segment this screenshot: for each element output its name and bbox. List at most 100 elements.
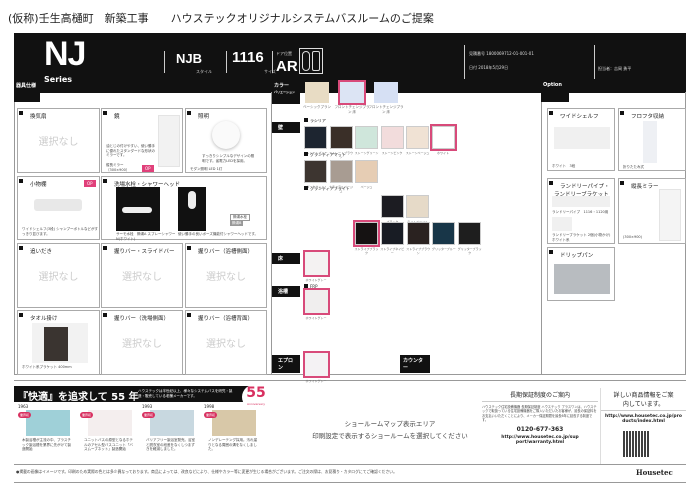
badge-number: 55	[246, 385, 266, 401]
shower-head-image	[178, 187, 206, 231]
none-text: 選択なし	[38, 271, 79, 283]
plan-thumbnail[interactable]	[338, 80, 366, 105]
option-spec: ホワイト 3段	[552, 164, 576, 168]
fixture-title: 小物棚	[24, 180, 47, 188]
tub-color-swatch[interactable]	[303, 288, 330, 315]
history-item: 1998 業界初ノンデレーテング採用。汚れ溜りとなる周囲の溝をなくしました。	[202, 404, 262, 458]
option-laundry-pipe: ランドリーパイプ・ランドリーブラケット ランドリーパイプ 1116・1120用 ラン…	[547, 178, 615, 244]
housetec-logo: Housetec	[636, 468, 673, 477]
swatch-label: ストーンベージュ	[405, 151, 430, 155]
option-spec: ランドリーブラケット 2個(小物かけ)ホワイト系	[552, 233, 611, 242]
history-image	[26, 410, 70, 436]
history-year: 1998	[204, 404, 215, 409]
option-spec: ランドリーパイプ 1116・1120用	[552, 210, 609, 214]
color-swatch[interactable]	[429, 124, 457, 151]
fixture-fan: 換気扇 選択なし	[17, 108, 100, 173]
color-swatch[interactable]	[304, 126, 327, 149]
history-text: ユニットバスの原型となるホテルのアセル型バスユニット「バスムーブネット」製造開始	[84, 438, 133, 452]
plan-thumbnail[interactable]	[305, 82, 329, 103]
fixture-mirror: 鏡油とじの付けやすい、使い勝手に優れたスタンダードな形状のミラーです。 縦長ミラー…	[101, 108, 183, 173]
floorplan-icon	[299, 48, 323, 74]
industry-first-tag: 業界初	[18, 412, 32, 418]
banner-sub: ハウステックは半世紀以上、様々なシステムバスを研究・製造・販売している老舗メーカ…	[138, 389, 233, 398]
apron-color-swatch[interactable]	[303, 351, 330, 378]
fixture-desc: すっきりシンプルなデザインの照明です。省電力LEDを採用。	[202, 154, 255, 163]
mirror-image	[158, 115, 180, 167]
color-swatch[interactable]	[406, 126, 429, 149]
color-swatch[interactable]	[355, 160, 378, 183]
size-label: サイズ	[264, 69, 276, 74]
fixture-title: タオル掛け	[24, 314, 58, 322]
counter-label: カウンター	[400, 355, 430, 373]
size-value: 1116	[232, 49, 264, 66]
swatch-label: ベージュ	[360, 185, 373, 189]
qr-code[interactable]	[623, 431, 649, 457]
warranty-title: 長期保証制度のご案内	[482, 388, 598, 402]
history-year: 1993	[142, 404, 153, 409]
option-tall-mirror: 縦長ミラー (300×900)	[618, 178, 686, 244]
option-drip-pan: ドリップパン	[547, 247, 615, 301]
swatch-label: ホワイトグレー	[305, 278, 327, 282]
color-swatch[interactable]	[304, 160, 327, 183]
door-value: AR	[276, 58, 298, 75]
color-swatch[interactable]	[381, 195, 404, 218]
color-swatch[interactable]	[329, 160, 353, 183]
fixture-shelf: 小物棚 OP ワイドシェルフ(3段) シャンプーボトルなどがすっきり並びます。	[17, 176, 100, 240]
drip-pan-image	[554, 264, 610, 294]
industry-first-tag: 業界初	[204, 412, 218, 418]
none-text: 選択なし	[122, 338, 162, 350]
swatch-group-label: グランディアブライト	[304, 186, 350, 192]
water-saving-tag: 節湯水栓	[230, 214, 250, 221]
color-swatch[interactable]	[380, 126, 404, 149]
product-info-link[interactable]: http://www.housetec.co.jp/products/index…	[601, 414, 686, 424]
fixture-desc: ホワイト系ブラケット 400mm	[22, 365, 72, 369]
fixture-title: 追いだき	[24, 247, 52, 255]
floor-color-swatch[interactable]	[303, 250, 330, 277]
footnote: ●掲載の画像はイメージです。印刷のため実際の色とは多少異なっております。商品によ…	[16, 469, 397, 474]
plan-label: フロントチェンジプラン 床	[368, 105, 404, 114]
option-title: 縦長ミラー	[625, 182, 659, 190]
history-text: ノンデレーテング採用。汚れ溜りとなる周囲の溝をなくしました。	[208, 438, 257, 452]
product-info-box: 詳しい商品情報をご案内しています。 http://www.housetec.co…	[600, 388, 686, 464]
plan-label: フロントチェンジプラン 床	[334, 105, 370, 114]
color-swatch[interactable]	[380, 222, 404, 245]
plan-thumbnail[interactable]	[374, 82, 398, 103]
warranty-link[interactable]: http://www.housetec.co.jp/support/warran…	[500, 435, 580, 445]
plan-label: ベーシックプラン	[303, 105, 331, 109]
showroom-map-area: ショールームマップ表示エリア 印刷設定で表示するショールームを選択してください	[300, 418, 480, 442]
color-swatch[interactable]	[353, 220, 380, 247]
option-wide-shelf: ワイドシェルフホワイト 3段	[547, 108, 615, 171]
fixture-light: 照明 すっきりシンプルなデザインの照明です。省電力LEDを採用。 モダン照明 LED…	[185, 108, 267, 173]
anniversary-banner: 『快適』を追求して 55 年 ハウステックは半世紀以上、様々なシステムバスを研究…	[14, 380, 270, 460]
color-swatch[interactable]	[406, 222, 430, 245]
fixture-grab-slide-bar: 握りバー・スライドバー 選択なし	[101, 243, 183, 308]
fixture-title: 握りバー（洗場側面）	[108, 314, 169, 322]
option-spec: 折りたたみ式	[623, 165, 644, 169]
none-text: 選択なし	[38, 136, 79, 148]
tall-mirror-image	[659, 189, 681, 241]
fixture-grab-bar-tub-back: 握りバー（浴槽背面） 選択なし	[185, 310, 267, 375]
shelf-image	[34, 199, 82, 211]
showroom-line1: ショールームマップ表示エリア	[344, 420, 436, 428]
swatch-label: ストライプネイビー	[380, 247, 405, 255]
option-title: ワイドシェルフ	[554, 112, 599, 120]
fixtures-section-label: 器具仕様	[14, 80, 40, 102]
door-label: ドア位置	[276, 51, 292, 56]
style-value: NJB	[176, 51, 203, 66]
fixture-towel-bar: タオル掛けホワイト系ブラケット 400mm	[17, 310, 100, 375]
color-swatch[interactable]	[406, 195, 429, 218]
person-in-charge: 担当者：吉岡 勇平	[598, 66, 632, 71]
faucet-image	[116, 187, 160, 231]
tub-material: FRP	[304, 284, 318, 289]
estimate-number: 見積番号 1800069712-01-001-01	[469, 51, 534, 56]
history-item: 1993 業界初 バリアフリー製浴室発売。浴室と脱衣室の段差をなくしつまずきを軽減し…	[140, 404, 200, 458]
none-text: 選択なし	[206, 271, 246, 283]
divider	[272, 51, 273, 73]
color-swatch[interactable]	[458, 222, 482, 245]
fixture-grab-bar-wash-side: 握りバー（洗場側面） 選択なし	[101, 310, 183, 375]
industry-first-tag: 業界初	[80, 412, 94, 418]
option-title: フロフタ収納	[625, 112, 664, 120]
color-swatch[interactable]	[432, 222, 456, 245]
color-swatch[interactable]	[329, 126, 353, 149]
color-swatch[interactable]	[355, 126, 378, 149]
